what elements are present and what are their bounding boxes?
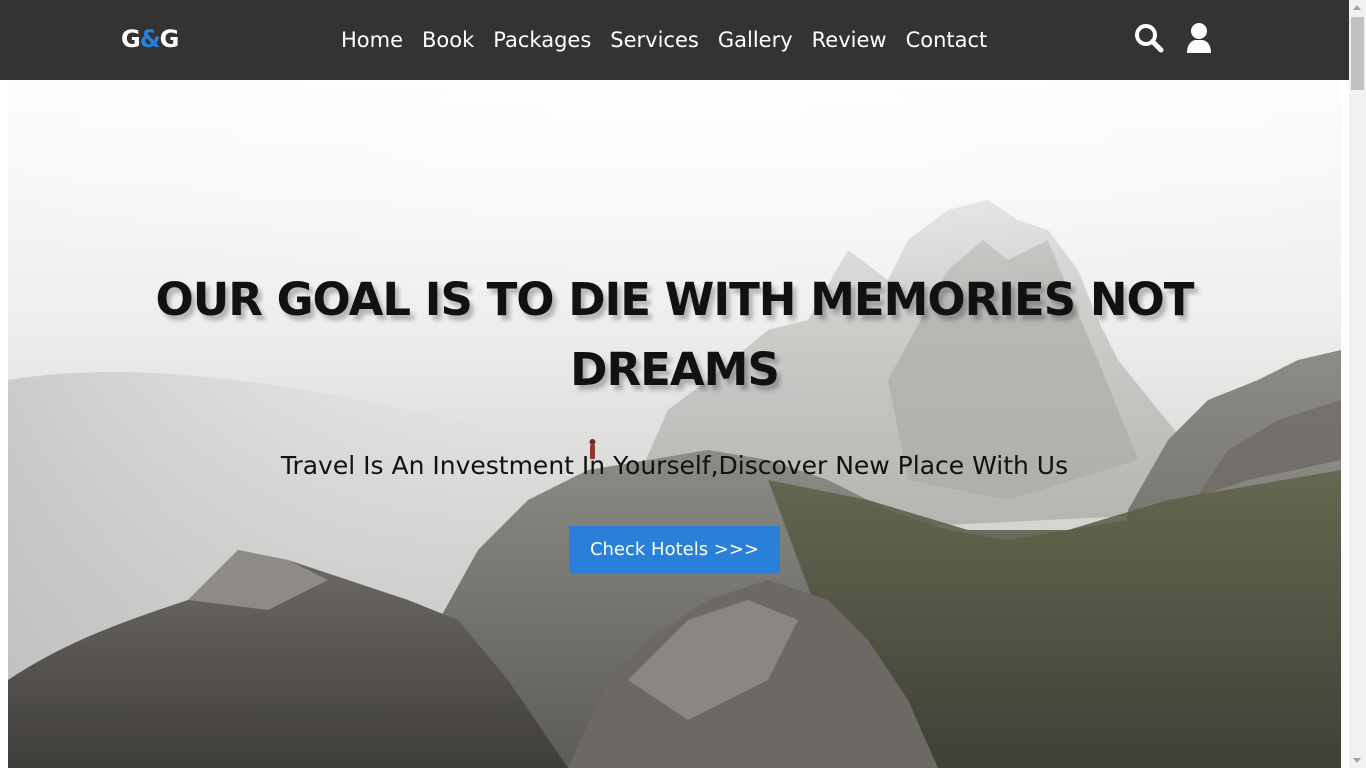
scroll-up-arrow-icon[interactable] xyxy=(1353,5,1361,10)
user-icon[interactable] xyxy=(1184,22,1214,54)
nav-link-services[interactable]: Services xyxy=(610,24,699,56)
site-logo[interactable]: G&G xyxy=(121,24,180,54)
nav-menu: Home Book Packages Services Gallery Revi… xyxy=(341,24,1006,56)
page-gutter-left xyxy=(0,80,8,768)
nav-icons xyxy=(1134,22,1214,54)
nav-link-home[interactable]: Home xyxy=(341,24,403,56)
nav-link-packages[interactable]: Packages xyxy=(493,24,591,56)
hero-subtitle: Travel Is An Investment In Yourself,Disc… xyxy=(280,451,1069,480)
page-scrollbar[interactable] xyxy=(1349,0,1366,768)
scrollbar-thumb[interactable] xyxy=(1351,17,1364,90)
hero-section: OUR GOAL IS TO DIE WITH MEMORIES NOT DRE… xyxy=(8,80,1341,768)
check-hotels-button[interactable]: Check Hotels >>> xyxy=(569,526,780,573)
navbar: G&G Home Book Packages Services Gallery … xyxy=(0,0,1349,80)
nav-link-contact[interactable]: Contact xyxy=(906,24,988,56)
nav-link-gallery[interactable]: Gallery xyxy=(718,24,793,56)
hero-background-image xyxy=(8,80,1341,768)
nav-link-book[interactable]: Book xyxy=(422,24,474,56)
page-gutter-right xyxy=(1341,80,1349,768)
hero-title: OUR GOAL IS TO DIE WITH MEMORIES NOT DRE… xyxy=(155,273,1195,396)
search-icon[interactable] xyxy=(1134,22,1164,54)
nav-link-review[interactable]: Review xyxy=(812,24,887,56)
logo-letter-right: G xyxy=(159,25,180,53)
logo-ampersand: & xyxy=(139,25,161,53)
scroll-down-arrow-icon[interactable] xyxy=(1353,758,1361,763)
logo-letter-left: G xyxy=(121,25,141,53)
